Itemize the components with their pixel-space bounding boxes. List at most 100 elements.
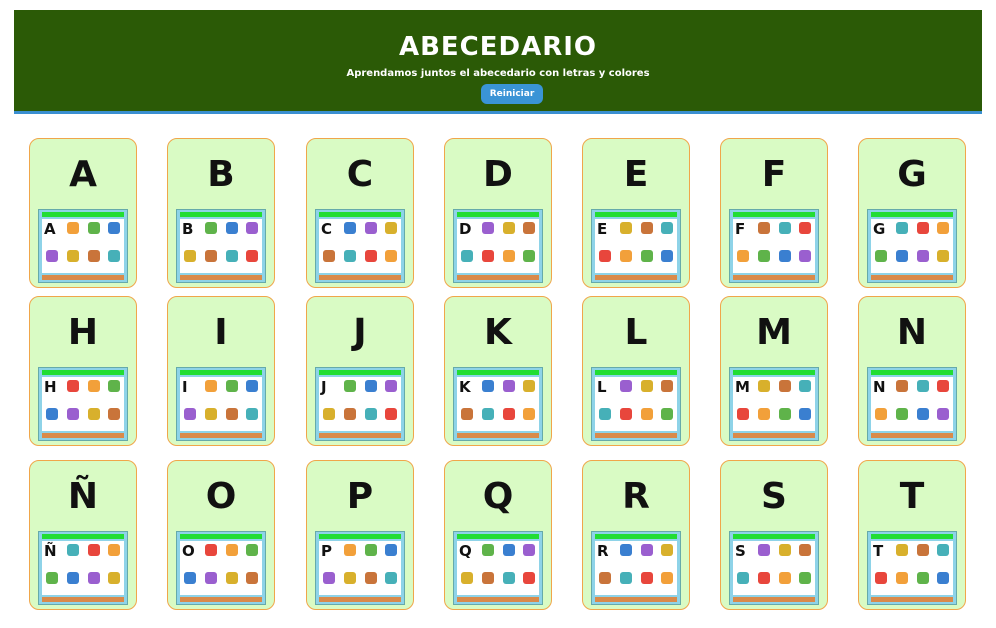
sheet-picture-grid: J — [319, 377, 401, 431]
sheet-footer-bar — [180, 433, 262, 438]
reset-button[interactable]: Reiniciar — [481, 84, 543, 104]
letter-card[interactable]: PP — [306, 460, 414, 610]
card-letter: L — [624, 312, 648, 353]
letter-card[interactable]: AA — [29, 138, 137, 288]
sheet-picture-grid: E — [595, 219, 677, 273]
sheet-footer-bar — [871, 433, 953, 438]
sheet-footer-bar — [319, 275, 401, 280]
picture-icon — [242, 246, 262, 273]
word-sheet-image: F — [729, 209, 819, 283]
letter-card[interactable]: KK — [444, 296, 552, 446]
picture-icon — [339, 541, 360, 568]
picture-icon — [180, 404, 200, 431]
picture-icon — [381, 377, 401, 404]
picture-icon — [62, 246, 83, 273]
letter-card[interactable]: LL — [582, 296, 690, 446]
picture-icon — [62, 377, 83, 404]
picture-icon — [636, 377, 657, 404]
letter-card[interactable]: RR — [582, 460, 690, 610]
letter-card[interactable]: II — [167, 296, 275, 446]
card-letter: D — [483, 154, 513, 195]
letter-card[interactable]: ÑÑ — [29, 460, 137, 610]
picture-icon — [891, 568, 912, 595]
sheet-letter: R — [597, 542, 609, 560]
picture-icon — [912, 246, 933, 273]
picture-icon — [733, 568, 753, 595]
sheet-footer-bar — [457, 275, 539, 280]
picture-icon — [477, 219, 498, 246]
letter-card[interactable]: OO — [167, 460, 275, 610]
picture-icon — [891, 219, 912, 246]
sheet-title-bar — [733, 212, 815, 217]
picture-icon — [753, 541, 774, 568]
picture-icon — [42, 568, 62, 595]
picture-icon — [774, 219, 795, 246]
sheet-letter: E — [597, 220, 608, 238]
sheet-title-bar — [871, 534, 953, 539]
card-letter: S — [761, 476, 787, 517]
picture-icon — [733, 246, 753, 273]
sheet-picture-grid: G — [871, 219, 953, 273]
word-sheet-image: P — [315, 531, 405, 605]
sheet-letter: B — [182, 220, 194, 238]
letter-card[interactable]: TT — [858, 460, 966, 610]
letter-card[interactable]: NN — [858, 296, 966, 446]
sheet-letter-cell: L — [595, 377, 615, 404]
card-letter: P — [346, 476, 374, 517]
picture-icon — [891, 541, 912, 568]
letter-card[interactable]: DD — [444, 138, 552, 288]
picture-icon — [83, 377, 104, 404]
sheet-letter: D — [459, 220, 472, 238]
picture-icon — [221, 219, 242, 246]
letter-card[interactable]: HH — [29, 296, 137, 446]
letter-card[interactable]: SS — [720, 460, 828, 610]
letter-card[interactable]: EE — [582, 138, 690, 288]
sheet-letter: N — [873, 378, 886, 396]
picture-icon — [795, 246, 815, 273]
picture-icon — [636, 541, 657, 568]
letter-card[interactable]: JJ — [306, 296, 414, 446]
picture-icon — [871, 568, 891, 595]
letter-card[interactable]: GG — [858, 138, 966, 288]
sheet-letter-cell: M — [733, 377, 753, 404]
sheet-letter-cell: B — [180, 219, 200, 246]
sheet-letter: H — [44, 378, 57, 396]
word-sheet-image: C — [315, 209, 405, 283]
picture-icon — [42, 404, 62, 431]
letter-card[interactable]: FF — [720, 138, 828, 288]
sheet-picture-grid: M — [733, 377, 815, 431]
letter-card[interactable]: MM — [720, 296, 828, 446]
sheet-title-bar — [457, 534, 539, 539]
letter-card[interactable]: CC — [306, 138, 414, 288]
picture-icon — [477, 246, 498, 273]
sheet-footer-bar — [733, 275, 815, 280]
word-sheet-image: B — [176, 209, 266, 283]
sheet-footer-bar — [733, 433, 815, 438]
picture-icon — [242, 219, 262, 246]
sheet-title-bar — [871, 212, 953, 217]
picture-icon — [753, 246, 774, 273]
picture-icon — [774, 541, 795, 568]
picture-icon — [200, 568, 221, 595]
sheet-title-bar — [457, 370, 539, 375]
picture-icon — [381, 541, 401, 568]
sheet-footer-bar — [319, 433, 401, 438]
picture-icon — [498, 377, 519, 404]
picture-icon — [242, 541, 262, 568]
sheet-title-bar — [319, 370, 401, 375]
sheet-letter-cell: F — [733, 219, 753, 246]
sheet-title-bar — [42, 212, 124, 217]
letter-card[interactable]: QQ — [444, 460, 552, 610]
picture-icon — [636, 568, 657, 595]
card-letter: G — [897, 154, 927, 195]
sheet-letter: G — [873, 220, 886, 238]
picture-icon — [360, 541, 381, 568]
sheet-title-bar — [319, 534, 401, 539]
picture-icon — [933, 377, 953, 404]
sheet-title-bar — [180, 534, 262, 539]
picture-icon — [774, 377, 795, 404]
picture-icon — [221, 377, 242, 404]
picture-icon — [477, 568, 498, 595]
picture-icon — [498, 541, 519, 568]
letter-card[interactable]: BB — [167, 138, 275, 288]
